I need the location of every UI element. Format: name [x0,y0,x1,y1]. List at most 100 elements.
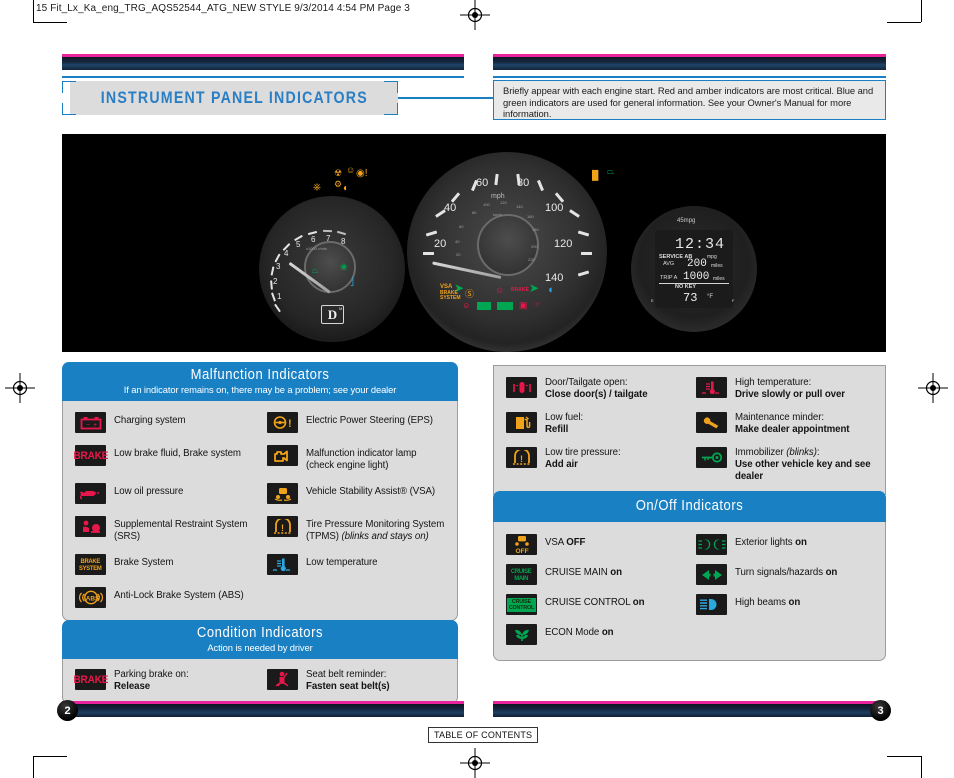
svg-text:!: ! [520,454,523,464]
indicator-label: High beams on [735,597,801,608]
indicator-row-tpms: ! Tire Pressure Monitoring System (TPMS)… [267,516,447,542]
condition-title: Condition Indicators [196,625,324,641]
speedo-tick-140: 140 [545,272,564,284]
tpms-icon: ! [506,447,537,469]
speedo-brake-system-icon: BRAKE SYSTEM [440,290,461,301]
malfunction-indicators-panel: Malfunction Indicators If an indicator r… [62,362,458,622]
tach-low-temperature-icon: ⎦ [350,277,354,286]
tach-tick-3: 3 [276,262,281,271]
mid-trip-label: TRIP A [660,275,678,281]
speedo-tick-mark [425,230,438,237]
crop-rule-br [887,756,921,757]
speedo-kmh-tick: 80 [472,210,477,215]
intro-note-text: Briefly appear with each engine start. R… [503,85,874,120]
speedo-tick-mark [494,173,499,186]
malfunction-panel-body: − + Charging system ! Electric Power Stee… [62,401,458,622]
svg-text:+: + [93,422,97,429]
indicator-row-high-beams: High beams on [696,594,876,615]
cluster-fuel-icon: █ [592,170,599,180]
indicator-row-eps: ! Electric Power Steering (EPS) [267,412,447,433]
brake-system-text: BRAKE SYSTEM [79,557,102,572]
tach-tick-mark [322,229,333,233]
malfunction-title: Malfunction Indicators [190,367,330,383]
condition-panel-body: BRAKE Parking brake on: Release Seat bel… [62,659,458,705]
abs-icon: ABS [75,587,106,609]
page-title-band: INSTRUMENT PANEL INDICATORS [70,81,398,115]
speedo-seatbelt-icon: ☞ [533,299,542,309]
speedo-tick-mark [577,230,590,237]
maintenance-minder-icon [696,412,727,434]
header-underline-left [62,76,464,78]
vsa-off-icon: OFF [506,534,537,555]
indicator-label: Vehicle Stability Assist® (VSA) [306,486,436,498]
onoff-panel-header: On/Off Indicators [493,491,886,522]
malfunction-subtitle: If an indicator remains on, there may be… [123,384,397,395]
speedo-tick-60: 60 [476,177,489,189]
mid-key-status: NO KEY [675,284,697,290]
cruise-main-icon: CRUISE MAIN [506,564,537,585]
indicator-row-turn-signals: Turn signals/hazards on [696,564,876,585]
mid-trip-unit: miles [713,276,725,282]
intro-note: Briefly appear with each engine start. R… [493,80,886,120]
speedo-tick-mark [577,270,590,277]
cruise-main-text: CRUISE MAIN [511,567,532,582]
speedo-turn-right-icon: ➤ [529,281,540,295]
mid-top-label: 45mpg [677,218,696,224]
cluster-power-icon: ⎈ [313,182,321,193]
tach-tick-6: 6 [311,235,316,244]
tach-tick-mark [271,292,276,302]
page-root: 15 Fit_Lx_Ka_eng_TRG_AQS52544_ATG_NEW ST… [0,0,954,778]
speedo-tick-100: 100 [545,202,564,214]
indicator-row-charging-system: − + Charging system [75,412,255,433]
brake-text: BRAKE [73,449,108,462]
speedo-kmh-tick: 180 [532,227,539,232]
onoff-grid: OFF VSA OFF Exterior lights on CRUISE MAI… [506,534,876,645]
cluster-srs-icon: ☺ [346,165,356,175]
table-of-contents-button[interactable]: TABLE OF CONTENTS [428,727,539,743]
fuel-gauge-empty-label: E [651,298,654,303]
indicator-row-high-temperature: High temperature: Drive slowly or pull o… [696,377,876,400]
indicator-label: Brake System [114,557,174,569]
crop-mark-bottom-left [33,756,34,778]
header-rule-right [493,54,886,70]
speedo-kmh-tick: 160 [527,214,534,219]
tach-tick-mark [336,230,347,236]
crop-mark-top-left [33,0,34,22]
tach-tick-5: 5 [296,240,301,249]
indicator-label: Malfunction indicator lamp (check engine… [306,448,417,471]
registration-mark-right [918,373,948,403]
tach-immobilizer-icon: ⏢ [312,266,319,275]
speedo-kmh-tick: 40 [455,239,460,244]
turn-signal-icon [696,564,727,585]
page-title-text: INSTRUMENT PANEL INDICATORS [100,88,368,107]
speedo-abs-icon: Ⓢ [465,289,475,299]
tach-tick-mark [270,266,275,276]
indicator-label: Low temperature [306,557,378,569]
speedo-tick-mark [581,252,592,255]
indicator-label: Electric Power Steering (EPS) [306,415,433,426]
indicator-row-brake-system: BRAKE SYSTEM Brake System [75,554,255,576]
speedo-kmh-tick: 140 [516,204,523,209]
indicator-row-low-fuel: Low fuel: Refill [506,412,686,435]
speedo-kmh-tick: 60 [459,224,464,229]
speedo-kmh-tick: 20 [456,252,461,257]
cluster-check-engine-icon: ◐ [343,183,350,194]
exterior-lights-icon [696,534,727,555]
grid-spacer [696,624,876,645]
indicator-row-low-temperature: Low temperature [267,554,447,576]
mid-temperature: 73 [683,291,698,305]
indicator-row-seat-belt: Seat belt reminder: Fasten seat belt(s) [267,669,447,692]
cluster-vsa-off-icon: ⚙ [334,179,343,189]
onoff-indicators-panel: On/Off Indicators OFF VSA OFF Exterior l… [493,491,886,661]
speedo-tick-20: 20 [434,238,447,250]
high-beam-icon [696,594,727,615]
speedo-brake-icon: BRAKE [511,287,529,293]
indicator-row-maintenance-minder: Maintenance minder: Make dealer appointm… [696,412,876,435]
speedo-unit-kmh: km/h [493,212,502,217]
indicator-row-srs: Supplemental Restraint System (SRS) [75,516,255,542]
speedo-cruise-main-icon [477,302,491,310]
cluster-immobilizer-icon: ⏢ [607,166,615,176]
title-bracket-tr [384,81,398,93]
indicator-row-abs: ABS Anti-Lock Brake System (ABS) [75,587,255,609]
speedo-tick-40: 40 [444,202,457,214]
